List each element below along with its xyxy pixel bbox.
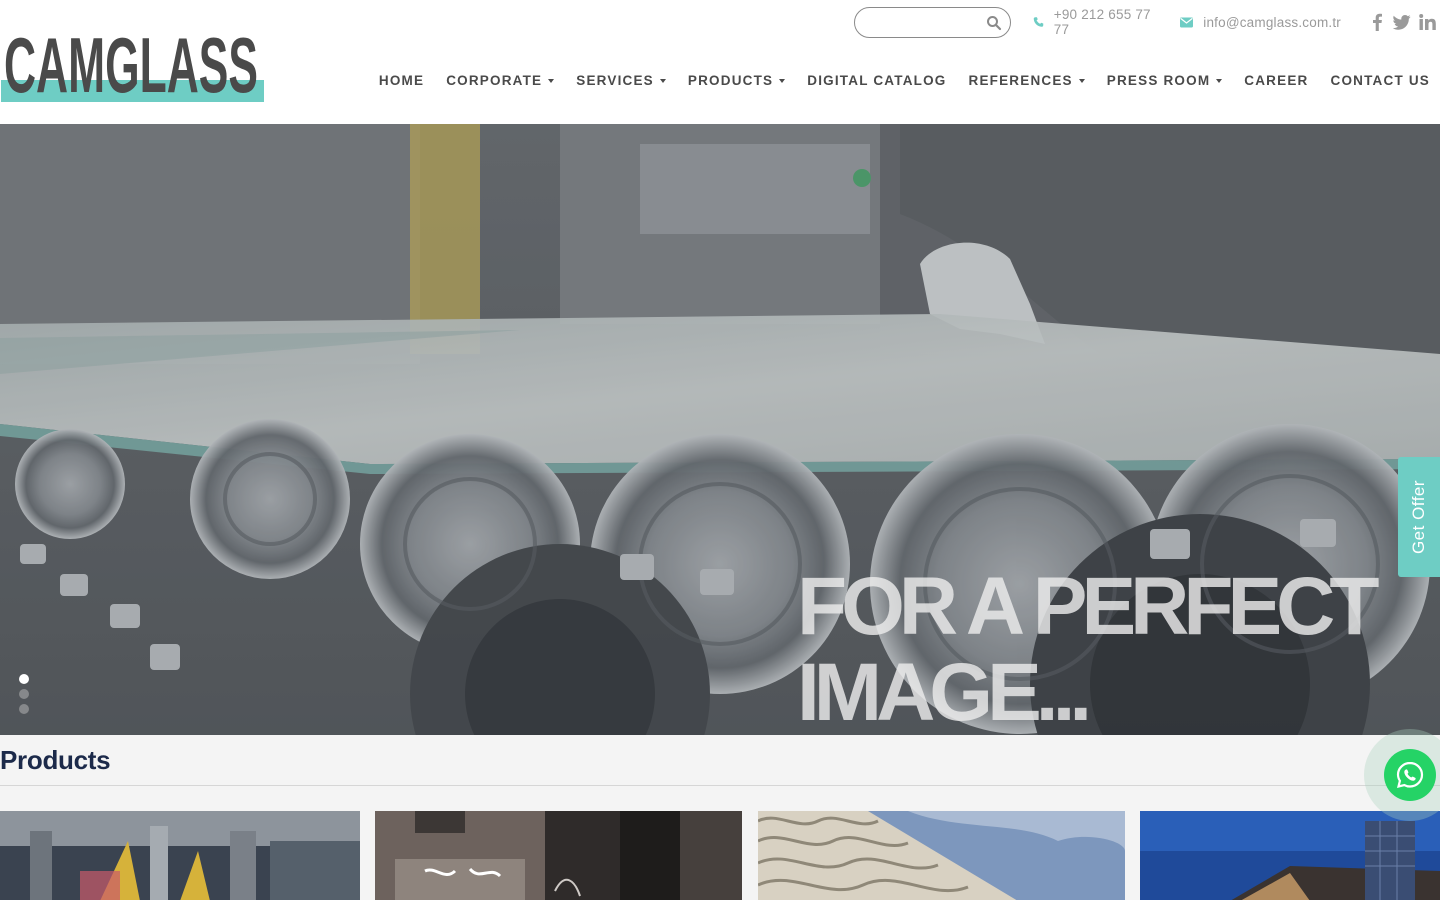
hero-headline: FOR A PERFECT IMAGE... [797,561,1417,736]
hero-slider: FOR A PERFECT IMAGE... Get Offer [0,124,1440,735]
slider-dot-2[interactable] [19,689,29,699]
nav-references-label: REFERENCES [968,72,1073,88]
nav-career[interactable]: CAREER [1244,73,1308,88]
logo-wordmark: CAMGLASS [4,21,258,104]
product-image-2 [375,811,742,900]
phone-icon [1033,17,1044,27]
email-address: info@camglass.com.tr [1203,14,1341,30]
product-cards [0,811,1440,900]
caret-down-icon [548,78,555,83]
social-links [1365,10,1440,34]
envelope-icon [1180,17,1194,27]
facebook-icon[interactable] [1365,10,1389,34]
nav-home[interactable]: HOME [379,73,424,88]
search-box [854,6,1011,38]
email-contact[interactable]: info@camglass.com.tr [1180,15,1341,30]
search-icon[interactable] [986,15,1002,31]
caret-down-icon [659,78,666,83]
product-card-4[interactable] [1140,811,1440,900]
hero-headline-line1: FOR A PERFECT [797,561,1379,652]
nav-home-label: HOME [378,72,425,88]
caret-down-icon [1078,78,1085,83]
caret-down-icon [779,78,786,83]
nav-references[interactable]: REFERENCES [969,73,1085,88]
hero-headline-line2: IMAGE... [797,647,1092,736]
get-offer-label: Get Offer [1409,479,1429,555]
product-image-3 [758,811,1125,900]
nav-services[interactable]: SERVICES [576,73,666,88]
search-input[interactable] [867,7,997,37]
product-card-3[interactable] [758,811,1125,900]
caret-down-icon [1216,78,1223,83]
header-topbar: +90 212 655 77 77 info@camglass.com.tr [854,6,1440,38]
camglass-logo[interactable]: CAMGLASS [0,18,266,104]
nav-press-room[interactable]: PRESS ROOM [1107,73,1223,88]
nav-contact-us-label: CONTACT US [1330,72,1430,88]
products-section: Products [0,735,1440,900]
get-offer-button[interactable]: Get Offer [1398,457,1440,577]
slider-pagination [19,674,29,719]
site-header: CAMGLASS +90 212 655 77 77 info@camglass… [0,0,1440,124]
main-nav: HOME CORPORATE SERVICES PRODUCTS DIGITAL… [357,70,1430,90]
nav-corporate[interactable]: CORPORATE [446,72,555,88]
nav-digital-catalog-label: DIGITAL CATALOG [807,72,947,88]
whatsapp-icon-button[interactable] [1384,749,1436,801]
nav-press-room-label: PRESS ROOM [1106,72,1211,88]
nav-corporate-label: CORPORATE [446,72,543,88]
product-image-4 [1140,811,1440,900]
twitter-icon[interactable] [1390,10,1414,34]
nav-services-label: SERVICES [576,72,654,88]
products-title: Products [0,745,111,775]
nav-products-label: PRODUCTS [687,72,774,88]
slider-dot-1[interactable] [19,674,29,684]
product-card-2[interactable] [375,811,742,900]
page: CAMGLASS +90 212 655 77 77 info@camglass… [0,0,1440,900]
linkedin-icon[interactable] [1415,10,1439,34]
products-divider [0,785,1440,786]
product-card-1[interactable] [0,811,360,900]
whatsapp-icon [1396,761,1424,788]
nav-digital-catalog[interactable]: DIGITAL CATALOG [807,73,946,88]
phone-number: +90 212 655 77 77 [1053,7,1151,37]
slider-dot-3[interactable] [19,704,29,714]
nav-career-label: CAREER [1244,72,1309,88]
nav-contact-us[interactable]: CONTACT US [1331,73,1431,88]
nav-products[interactable]: PRODUCTS [687,72,786,88]
product-image-1 [0,811,360,900]
phone-contact[interactable]: +90 212 655 77 77 [1033,7,1160,37]
